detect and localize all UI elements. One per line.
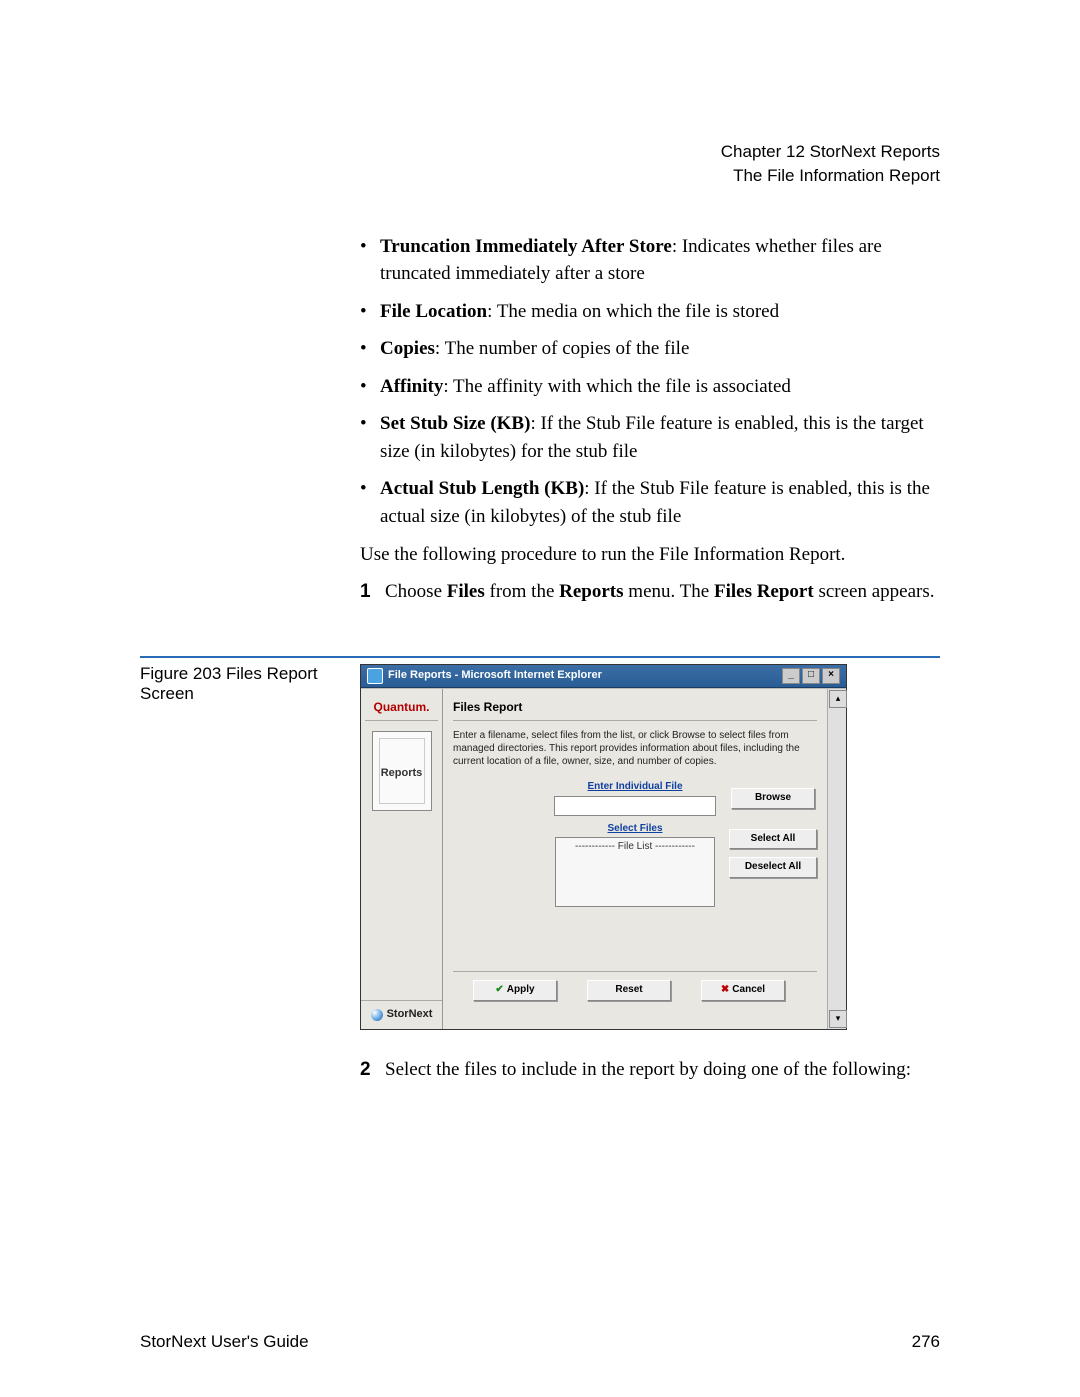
bullet-item: Actual Stub Length (KB): If the Stub Fil… [360,475,940,530]
file-list-placeholder: ------------ File List ------------ [575,841,695,852]
select-files-label: Select Files [555,822,715,837]
step-number: 1 [360,578,385,606]
panel-title: Files Report [453,695,817,721]
step-2: 2 Select the files to include in the rep… [360,1056,940,1084]
scroll-up-button[interactable]: ▴ [829,690,847,708]
section-line: The File Information Report [140,164,940,188]
intro-paragraph: Use the following procedure to run the F… [360,541,940,569]
step-body: Choose Files from the Reports menu. The … [385,578,940,606]
bullet-item: Set Stub Size (KB): If the Stub File fea… [360,410,940,465]
x-icon: ✖ [721,984,729,995]
window-main-pane: Files Report Enter a filename, select fi… [443,689,827,1029]
file-list-select[interactable]: ------------ File List ------------ [555,837,715,907]
step-body: Select the files to include in the repor… [385,1056,940,1084]
page-header: Chapter 12 StorNext Reports The File Inf… [140,140,940,188]
bullet-item: Copies: The number of copies of the file [360,335,940,363]
footer-page-number: 276 [912,1332,940,1352]
definition-list: Truncation Immediately After Store: Indi… [360,233,940,531]
window-scrollbar[interactable]: ▴ ▾ [827,689,846,1029]
figure-caption: Figure 203 Files Report Screen [140,664,360,704]
maximize-button[interactable]: □ [802,668,820,684]
page-footer: StorNext User's Guide 276 [140,1332,940,1352]
deselect-all-button[interactable]: Deselect All [729,857,817,878]
footer-left: StorNext User's Guide [140,1332,309,1352]
ie-icon [367,668,383,684]
window-bottom-bar: ✔Apply Reset ✖Cancel [453,971,817,1001]
reports-book-label: Reports [373,766,431,782]
check-icon: ✔ [495,984,503,995]
globe-icon [371,1009,383,1021]
apply-button[interactable]: ✔Apply [473,980,557,1001]
close-button[interactable]: × [822,668,840,684]
select-all-button[interactable]: Select All [729,829,817,850]
individual-file-input[interactable] [554,796,716,816]
step-number: 2 [360,1056,385,1084]
bullet-item: Truncation Immediately After Store: Indi… [360,233,940,288]
window-titlebar[interactable]: File Reports - Microsoft Internet Explor… [361,665,846,688]
bullet-item: File Location: The media on which the fi… [360,298,940,326]
cancel-button[interactable]: ✖Cancel [701,980,785,1001]
reports-book-icon: Reports [372,731,432,811]
window-title: File Reports - Microsoft Internet Explor… [388,668,602,684]
chapter-line: Chapter 12 StorNext Reports [140,140,940,164]
stornext-logo: StorNext [361,1000,442,1023]
files-report-window: File Reports - Microsoft Internet Explor… [360,664,847,1030]
reset-button[interactable]: Reset [587,980,671,1001]
enter-individual-file-label: Enter Individual File [555,780,715,795]
scroll-down-button[interactable]: ▾ [829,1010,847,1028]
browse-button[interactable]: Browse [731,788,815,809]
window-sidebar: Quantum. Reports StorNext [361,689,443,1029]
bullet-item: Affinity: The affinity with which the fi… [360,373,940,401]
step-1: 1 Choose Files from the Reports menu. Th… [360,578,940,606]
brand-logo: Quantum. [365,695,438,721]
panel-description: Enter a filename, select files from the … [453,729,817,768]
minimize-button[interactable]: _ [782,668,800,684]
